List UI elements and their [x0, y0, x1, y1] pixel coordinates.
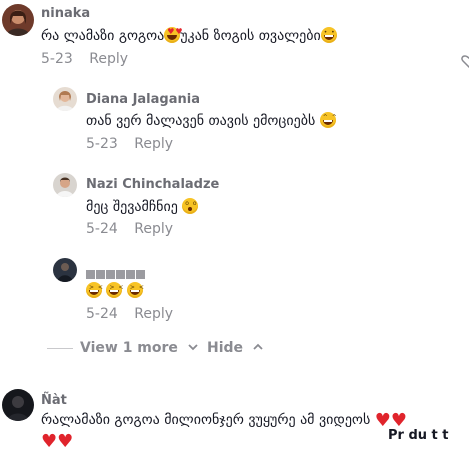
glyph-box	[116, 270, 125, 279]
view-more-replies-button[interactable]: View 1 more	[80, 340, 199, 356]
smiling-face-with-heart-eyes-icon: ♥♥	[164, 27, 183, 43]
flushed-face-icon: o o	[182, 198, 199, 214]
commenter-name-glyphs[interactable]	[86, 264, 146, 279]
glyph-box	[106, 270, 115, 279]
chevron-down-icon	[187, 341, 199, 353]
reply-button[interactable]: Reply	[134, 306, 173, 322]
glyph-box	[86, 270, 95, 279]
commenter-name[interactable]: Ñàt	[41, 393, 67, 408]
glyph-box	[126, 270, 135, 279]
grinning-squinting-face-icon: > <	[106, 282, 123, 298]
heart-outline-icon[interactable]	[461, 54, 469, 68]
avatar-nazi-chinchaladze[interactable]	[53, 173, 77, 197]
thread-divider	[47, 348, 73, 349]
reply-text: თან ვერ მალავენ თავის ემოციებს ^ ^	[86, 112, 337, 129]
reply-text-content: თან ვერ მალავენ თავის ემოციებს	[86, 113, 316, 129]
next-line-hearts: ♥♥	[41, 430, 74, 452]
view-more-label: View 1 more	[80, 340, 178, 356]
reply-button[interactable]: Reply	[89, 51, 128, 67]
commenter-name[interactable]: Diana Jalagania	[86, 92, 200, 107]
reply-button[interactable]: Reply	[134, 221, 173, 237]
hide-replies-button[interactable]: Hide	[207, 340, 264, 356]
reply-date: 5-24	[86, 221, 118, 237]
chevron-up-icon	[252, 341, 264, 353]
hide-label: Hide	[207, 340, 244, 356]
red-heart-icon: ♥	[41, 431, 58, 452]
glyph-box	[96, 270, 105, 279]
red-heart-icon: ♥	[374, 410, 391, 431]
avatar-reply-user[interactable]	[53, 258, 77, 282]
reply-date: 5-23	[86, 136, 118, 152]
reply-text: > < > < > <	[86, 282, 144, 299]
reply-button[interactable]: Reply	[134, 136, 173, 152]
avatar-diana-jalagania[interactable]	[53, 87, 77, 111]
grinning-face-icon: • •	[320, 27, 337, 43]
reply-meta: 5-24 Reply	[86, 221, 173, 237]
comment-text-content: რალამაზი გოგოა მილიონჯერ ვუყურე ამ ვიდეო…	[41, 412, 371, 428]
cut-off-text: Pr du t t	[388, 428, 449, 443]
comment-meta: 5-23 Reply	[41, 51, 128, 67]
grinning-squinting-face-icon: > <	[86, 282, 103, 298]
glyph-box	[136, 270, 145, 279]
comment-date: 5-23	[41, 51, 73, 67]
comment-text-part-1: რა ლამაზი გოგოა	[41, 28, 165, 44]
comment-text: რა ლამაზი გოგოა ♥♥ უკან ზოგის თვალები • •	[41, 27, 337, 44]
avatar-ninaka[interactable]	[2, 4, 34, 36]
red-heart-icon: ♥	[390, 410, 407, 431]
reply-meta: 5-23 Reply	[86, 136, 173, 152]
reply-text-content: მეც შევამჩნიე	[86, 199, 178, 215]
grinning-squinting-face-icon: > <	[126, 282, 144, 298]
comment-text: რალამაზი გოგოა მილიონჯერ ვუყურე ამ ვიდეო…	[41, 410, 407, 431]
reply-date: 5-24	[86, 306, 118, 322]
reply-text: მეც შევამჩნიე o o	[86, 198, 199, 215]
avatar-nat[interactable]	[2, 389, 34, 421]
commenter-name[interactable]: ninaka	[41, 6, 90, 21]
commenter-name[interactable]: Nazi Chinchaladze	[86, 177, 219, 192]
reply-meta: 5-24 Reply	[86, 306, 173, 322]
red-heart-icon: ♥	[57, 431, 74, 452]
comment-text-part-2: უკან ზოგის თვალები	[180, 28, 321, 44]
grinning-face-icon: ^ ^	[319, 112, 337, 128]
